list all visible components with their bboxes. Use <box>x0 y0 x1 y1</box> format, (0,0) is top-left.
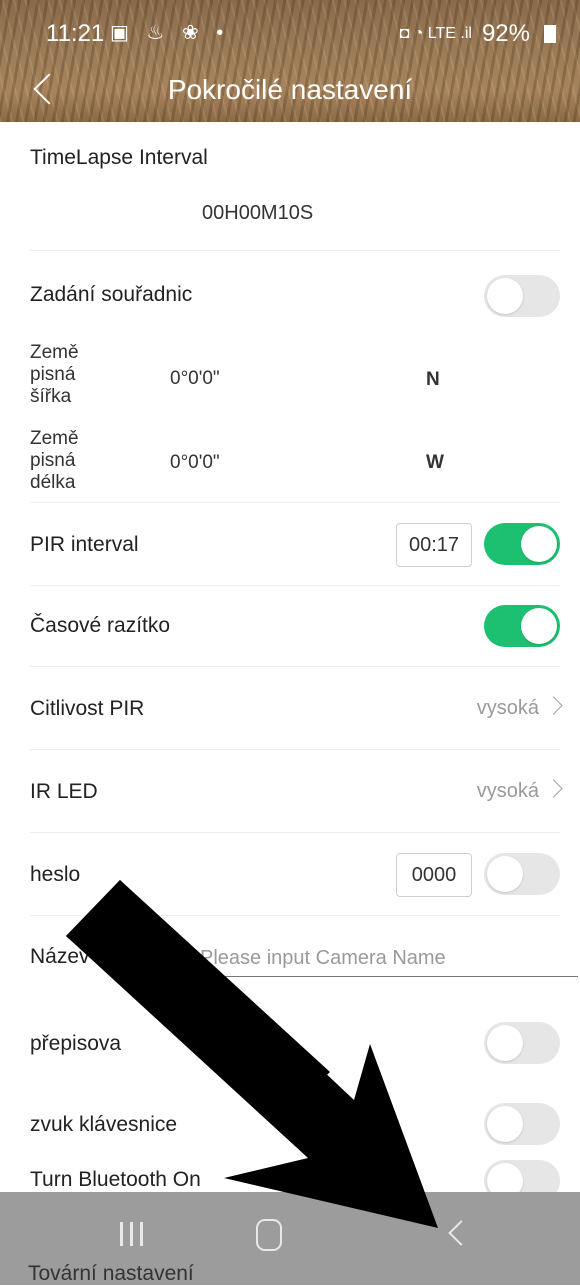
longitude-value[interactable]: 0°0'0" <box>170 452 220 474</box>
ir-led-label: IR LED <box>30 780 98 803</box>
signal-icons: ◘ ◔ LTE .il <box>399 25 472 42</box>
notification-icons: ▣ ♨ ❀ • <box>110 22 230 44</box>
pir-sensitivity-label: Citlivost PIR <box>30 697 145 720</box>
page-title: Pokročilé nastavení <box>167 74 413 105</box>
key-sound-label: zvuk klávesnice <box>30 1113 178 1136</box>
timestamp-row: Časové razítko <box>30 586 560 667</box>
app-header: 11:21 ▣ ♨ ❀ • ◘ ◔ LTE .il 92% Pokročilé … <box>0 0 580 122</box>
coordinates-toggle[interactable] <box>484 275 560 317</box>
key-sound-toggle[interactable] <box>484 1103 560 1145</box>
latitude-label: Země pisná šířka <box>30 342 79 407</box>
battery-percent: 92% <box>481 20 530 47</box>
home-icon[interactable] <box>256 1219 282 1251</box>
timelapse-value[interactable]: 00H00M10S <box>202 202 313 225</box>
camera-name-input[interactable] <box>200 940 578 977</box>
password-row: heslo 0000 <box>30 833 560 916</box>
password-value[interactable]: 0000 <box>396 853 472 897</box>
ir-led-value[interactable]: vysoká <box>477 779 563 803</box>
pir-interval-label: PIR interval <box>30 533 139 556</box>
longitude-row: Země pisná délka 0°0'0" W <box>30 424 560 503</box>
overwrite-toggle[interactable] <box>484 1022 560 1064</box>
timelapse-label: TimeLapse Interval <box>30 146 208 169</box>
ir-led-row[interactable]: IR LED vysoká <box>30 750 563 833</box>
factory-reset-label: Tovární nastavení <box>28 1262 194 1285</box>
nav-back-icon[interactable] <box>446 1220 476 1250</box>
pir-sensitivity-row[interactable]: Citlivost PIR vysoká <box>30 667 563 750</box>
timestamp-label: Časové razítko <box>30 614 171 637</box>
chevron-right-icon <box>544 696 563 715</box>
longitude-direction[interactable]: W <box>426 452 444 474</box>
pir-sensitivity-value[interactable]: vysoká <box>477 696 563 720</box>
password-label: heslo <box>30 863 81 886</box>
coordinates-label: Zadání souřadnic <box>30 283 193 306</box>
password-toggle[interactable] <box>484 853 560 895</box>
latitude-value[interactable]: 0°0'0" <box>170 368 220 390</box>
latitude-row: Země pisná šířka 0°0'0" N <box>30 338 560 416</box>
longitude-label: Země pisná délka <box>30 428 79 493</box>
coordinates-row: Zadání souřadnic <box>30 251 560 337</box>
status-right-group: ◘ ◔ LTE .il 92% <box>400 20 556 48</box>
timestamp-toggle[interactable] <box>484 605 560 647</box>
overwrite-label: přepisova <box>30 1032 122 1055</box>
pir-interval-value[interactable]: 00:17 <box>396 523 472 567</box>
battery-icon <box>544 25 556 43</box>
latitude-direction[interactable]: N <box>426 369 440 391</box>
status-bar: 11:21 ▣ ♨ ❀ • ◘ ◔ LTE .il 92% <box>0 14 580 54</box>
bluetooth-label: Turn Bluetooth On <box>30 1168 201 1191</box>
camera-name-row: Název fo sti <box>30 940 578 990</box>
recent-apps-icon[interactable] <box>114 1222 154 1256</box>
bluetooth-row: Turn Bluetooth On <box>30 1152 560 1202</box>
status-time: 11:21 <box>46 20 105 47</box>
chevron-right-icon <box>544 779 563 798</box>
camera-name-label: Název fo sti <box>30 945 169 968</box>
pir-interval-toggle[interactable] <box>484 523 560 565</box>
timelapse-row[interactable]: TimeLapse Interval 00H00M10S <box>30 122 560 251</box>
pir-interval-row: PIR interval 00:17 <box>30 503 560 586</box>
overwrite-row: přepisova <box>30 1000 560 1082</box>
